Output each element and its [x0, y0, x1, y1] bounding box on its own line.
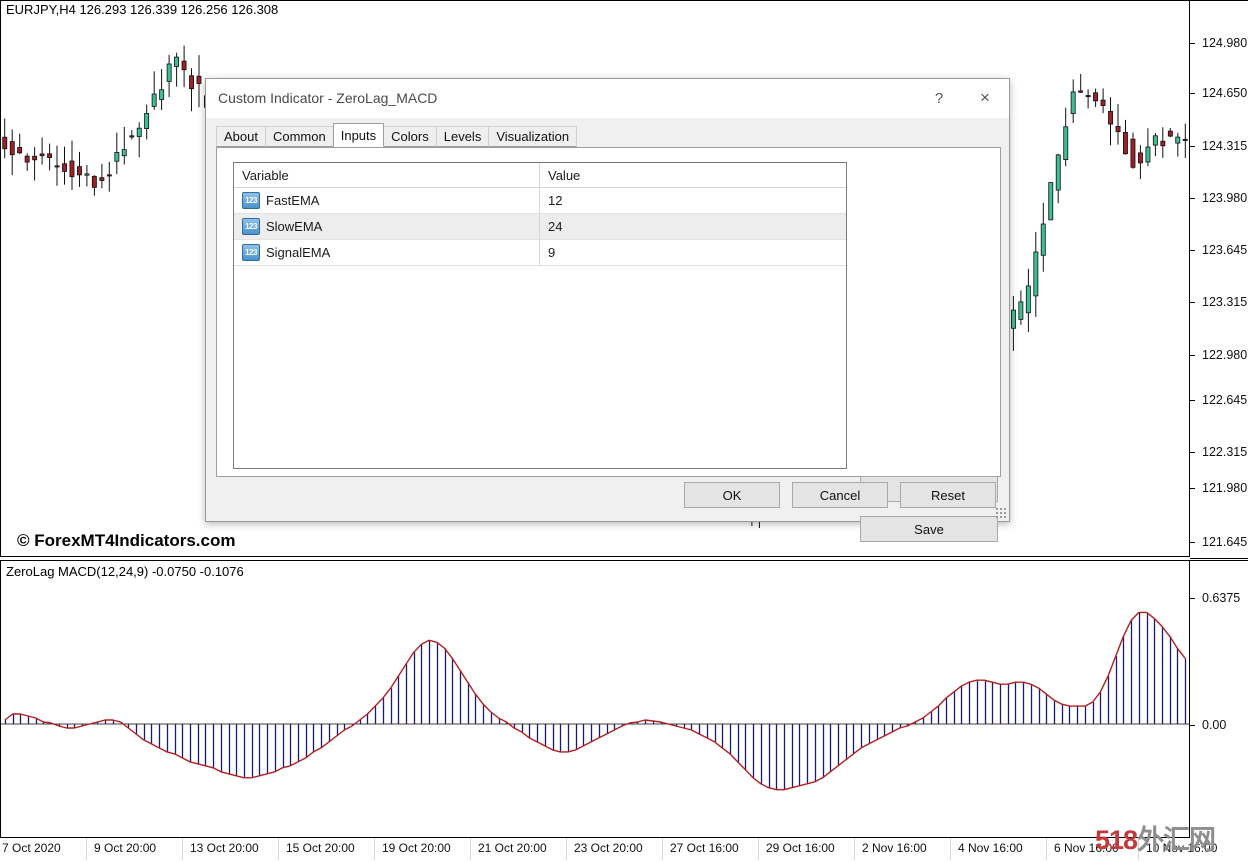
- price-axis-tick: [1190, 355, 1195, 356]
- time-axis-separator: [278, 838, 279, 860]
- price-axis-tick: [1190, 198, 1195, 199]
- price-axis-tick: [1190, 146, 1195, 147]
- time-axis-separator: [950, 838, 951, 860]
- time-axis-separator: [758, 838, 759, 860]
- tab-about[interactable]: About: [216, 126, 266, 147]
- dialog-titlebar[interactable]: Custom Indicator - ZeroLag_MACD ? ×: [206, 79, 1009, 118]
- price-axis-label: 121.980: [1202, 481, 1248, 495]
- price-axis-label: 123.315: [1202, 295, 1248, 309]
- time-axis-separator: [182, 838, 183, 860]
- time-axis-separator: [374, 838, 375, 860]
- time-axis-separator: [854, 838, 855, 860]
- inputs-grid[interactable]: Variable Value 123 FastEMA 12 123 SlowEM…: [233, 162, 847, 469]
- time-axis-separator: [86, 838, 87, 860]
- macd-axis-label: 0.6375: [1202, 591, 1241, 605]
- price-axis-label: 124.315: [1202, 139, 1248, 153]
- dialog-tabstrip[interactable]: About Common Inputs Colors Levels Visual…: [216, 123, 578, 147]
- grid-cell-value[interactable]: 12: [540, 188, 846, 213]
- price-axis-tick: [1190, 93, 1195, 94]
- grid-cell-variable[interactable]: 123 FastEMA: [234, 188, 540, 213]
- price-axis-label: 122.980: [1202, 348, 1248, 362]
- resize-grip-icon[interactable]: [995, 507, 1006, 518]
- time-axis-label: 13 Oct 20:00: [190, 841, 259, 855]
- time-axis-label: 9 Oct 20:00: [94, 841, 157, 855]
- reset-button[interactable]: Reset: [900, 482, 996, 508]
- grid-cell-value[interactable]: 24: [540, 214, 846, 239]
- price-axis-label: 123.645: [1202, 243, 1248, 257]
- price-axis-label: 124.980: [1202, 36, 1248, 50]
- tab-common[interactable]: Common: [264, 126, 334, 147]
- cancel-button[interactable]: Cancel: [792, 482, 888, 508]
- help-icon[interactable]: ?: [917, 79, 961, 117]
- time-axis-label: 19 Oct 20:00: [382, 841, 451, 855]
- price-axis-label: 123.980: [1202, 191, 1248, 205]
- price-axis[interactable]: 124.980 124.650 124.315 123.980 123.645 123.3…: [1190, 0, 1248, 559]
- grid-cell-variable[interactable]: 123 SignalEMA: [234, 240, 540, 265]
- table-row[interactable]: 123 SlowEMA 24: [234, 214, 846, 240]
- time-axis-label: 7 Oct 2020: [2, 841, 61, 855]
- time-axis-label: 4 Nov 16:00: [958, 841, 1023, 855]
- macd-axis-label: 0.00: [1202, 718, 1227, 732]
- macd-indicator-pane[interactable]: [0, 560, 1190, 838]
- time-axis-label: 21 Oct 20:00: [478, 841, 547, 855]
- grid-cell-variable[interactable]: 123 SlowEMA: [234, 214, 540, 239]
- macd-axis-tick: [1190, 725, 1195, 726]
- price-axis-label: 122.315: [1202, 445, 1248, 459]
- time-axis-separator: [1046, 838, 1047, 860]
- price-axis-tick: [1190, 452, 1195, 453]
- ok-button[interactable]: OK: [684, 482, 780, 508]
- price-axis-tick: [1190, 250, 1195, 251]
- grid-header-value: Value: [548, 167, 581, 183]
- variable-name: SlowEMA: [266, 219, 323, 234]
- table-row[interactable]: 123 FastEMA 12: [234, 188, 846, 214]
- time-axis-label: 2 Nov 16:00: [862, 841, 927, 855]
- time-axis-separator: [566, 838, 567, 860]
- watermark-text: 外汇网: [1137, 825, 1216, 855]
- variable-name: FastEMA: [266, 193, 320, 208]
- tab-levels[interactable]: Levels: [435, 126, 490, 147]
- custom-indicator-dialog[interactable]: Custom Indicator - ZeroLag_MACD ? × Abou…: [205, 78, 1010, 542]
- price-axis-label: 124.650: [1202, 86, 1248, 100]
- dialog-title: Custom Indicator - ZeroLag_MACD: [218, 90, 438, 106]
- grid-header-variable: Variable: [234, 163, 540, 187]
- indicator-label: ZeroLag MACD(12,24,9) -0.0750 -0.1076: [6, 564, 244, 579]
- grid-cell-value[interactable]: 9: [540, 240, 846, 265]
- variable-name: SignalEMA: [266, 245, 331, 260]
- close-icon[interactable]: ×: [963, 79, 1007, 117]
- symbol-quote-line: EURJPY,H4 126.293 126.339 126.256 126.30…: [6, 2, 279, 17]
- tab-visualization[interactable]: Visualization: [488, 126, 578, 147]
- macd-series: [1, 611, 1189, 791]
- time-axis-label: 27 Oct 16:00: [670, 841, 739, 855]
- macd-axis-tick: [1190, 598, 1195, 599]
- time-axis-label: 15 Oct 20:00: [286, 841, 355, 855]
- integer-icon: 123: [242, 218, 260, 235]
- macd-axis[interactable]: 0.6375 0.00: [1190, 560, 1248, 840]
- price-axis-tick: [1190, 542, 1195, 543]
- price-axis-tick: [1190, 302, 1195, 303]
- watermark-number: 518: [1095, 825, 1138, 855]
- price-axis-tick: [1190, 43, 1195, 44]
- site-watermark: 518外汇网: [1095, 818, 1216, 857]
- integer-icon: 123: [242, 192, 260, 209]
- mt4-chart-window: © ForexMT4Indicators.com EURJPY,H4 126.2…: [0, 0, 1248, 862]
- price-axis-tick: [1190, 400, 1195, 401]
- credit-watermark: © ForexMT4Indicators.com: [17, 531, 236, 550]
- time-axis-label: 29 Oct 16:00: [766, 841, 835, 855]
- time-axis-label: 23 Oct 20:00: [574, 841, 643, 855]
- price-axis-label: 122.645: [1202, 393, 1248, 407]
- tab-inputs[interactable]: Inputs: [332, 123, 385, 147]
- grid-header-row: Variable Value: [234, 163, 846, 188]
- time-axis-separator: [470, 838, 471, 860]
- time-axis[interactable]: 7 Oct 2020 9 Oct 20:00 13 Oct 20:00 15 Oct …: [0, 838, 1248, 862]
- price-axis-tick: [1190, 488, 1195, 489]
- time-axis-separator: [662, 838, 663, 860]
- table-row[interactable]: 123 SignalEMA 9: [234, 240, 846, 266]
- integer-icon: 123: [242, 244, 260, 261]
- inputs-tab-page: Variable Value 123 FastEMA 12 123 SlowEM…: [216, 147, 1001, 542]
- save-button[interactable]: Save: [860, 516, 998, 542]
- price-axis-label: 121.645: [1202, 535, 1248, 549]
- tab-colors[interactable]: Colors: [383, 126, 437, 147]
